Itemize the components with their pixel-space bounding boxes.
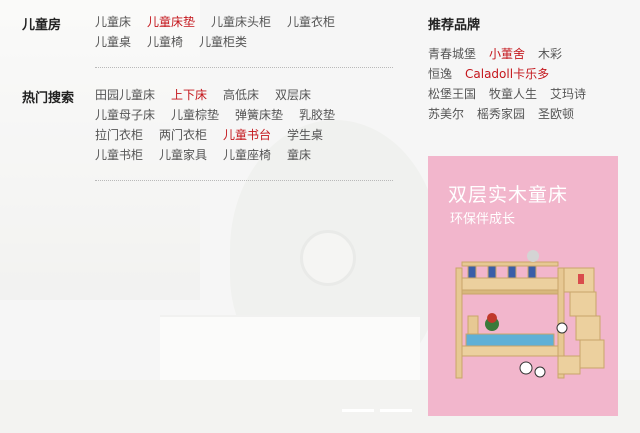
link-row: 青春城堡 小董舍 木彩 <box>428 46 628 66</box>
link-row: 儿童书柜 儿童家具 儿童座椅 童床 <box>95 147 395 167</box>
divider <box>95 180 393 181</box>
link-row: 儿童桌 儿童椅 儿童柜类 <box>95 34 395 54</box>
brands-links: 青春城堡 小董舍 木彩 恒逸 Caladoll卡乐多 松堡王国 牧童人生 艾玛诗 苏美尔 榣秀家园… <box>428 46 628 126</box>
hot-search-section: 热门搜索 田园儿童床 上下床 高低床 双层床 儿童母子床 儿童棕垫 弹簧床垫 乳胶垫 拉门衣柜两… <box>22 87 394 177</box>
category-link[interactable]: 木彩 <box>538 46 562 62</box>
carousel-dash <box>342 409 374 412</box>
category-link[interactable]: 儿童家具 <box>159 147 207 163</box>
category-link[interactable]: 儿童床垫 <box>147 14 195 30</box>
category-link[interactable]: 双层床 <box>275 87 311 103</box>
category-link[interactable]: 两门衣柜 <box>159 127 207 143</box>
category-link[interactable]: 童床 <box>287 147 311 163</box>
category-link[interactable]: 儿童书柜 <box>95 147 143 163</box>
category-link[interactable]: 儿童椅 <box>147 34 183 50</box>
category-link[interactable]: 儿童柜类 <box>199 34 247 50</box>
hot-search-heading: 热门搜索 <box>22 91 75 106</box>
category-link[interactable]: 学生桌 <box>287 127 323 143</box>
divider <box>95 67 393 68</box>
kids-room-links: 儿童床 儿童床垫 儿童床头柜 儿童衣柜 儿童桌 儿童椅 儿童柜类 <box>95 14 395 54</box>
category-link[interactable]: 松堡王国 <box>428 86 476 102</box>
category-link[interactable]: 上下床 <box>171 87 207 103</box>
link-row: 恒逸 Caladoll卡乐多 <box>428 66 628 86</box>
category-link[interactable]: 田园儿童床 <box>95 87 155 103</box>
link-row: 儿童床 儿童床垫 儿童床头柜 儿童衣柜 <box>95 14 395 34</box>
category-link[interactable]: Caladoll卡乐多 <box>465 66 549 82</box>
link-row: 松堡王国 牧童人生 艾玛诗 <box>428 86 628 106</box>
category-link[interactable]: 榣秀家园 <box>477 106 525 122</box>
link-row: 苏美尔 榣秀家园 圣欧顿 <box>428 106 628 126</box>
category-link[interactable]: 儿童母子床 <box>95 107 155 123</box>
carousel-dash <box>380 409 412 412</box>
category-link[interactable]: 艾玛诗 <box>550 86 586 102</box>
category-link[interactable]: 儿童床头柜 <box>211 14 271 30</box>
category-link[interactable]: 圣欧顿 <box>538 106 574 122</box>
promo-banner[interactable]: 双层实木童床 环保伴成长 <box>428 156 618 416</box>
category-link[interactable]: 恒逸 <box>428 66 452 82</box>
category-link[interactable]: 儿童桌 <box>95 34 131 50</box>
category-link[interactable]: 乳胶垫 <box>299 107 335 123</box>
brands-heading: 推荐品牌 <box>428 18 481 33</box>
category-link[interactable]: 小董舍 <box>489 46 525 62</box>
link-row: 拉门衣柜 两门衣柜 儿童书台 学生桌 <box>95 127 395 147</box>
category-link[interactable]: 青春城堡 <box>428 46 476 62</box>
category-link[interactable]: 高低床 <box>223 87 259 103</box>
kids-room-heading: 儿童房 <box>22 18 62 33</box>
category-link[interactable]: 儿童床 <box>95 14 131 30</box>
category-link[interactable]: 拉门衣柜 <box>95 127 143 143</box>
category-link[interactable]: 儿童书台 <box>223 127 271 143</box>
link-row: 儿童母子床 儿童棕垫 弹簧床垫 乳胶垫 <box>95 107 395 127</box>
category-link[interactable]: 弹簧床垫 <box>235 107 283 123</box>
category-link[interactable]: 牧童人生 <box>489 86 537 102</box>
kids-room-section: 儿童房 儿童床 儿童床垫 儿童床头柜 儿童衣柜 儿童桌 儿童椅 儿童柜类 <box>22 14 394 74</box>
category-link[interactable]: 儿童座椅 <box>223 147 271 163</box>
category-link[interactable]: 儿童棕垫 <box>171 107 219 123</box>
hot-search-links: 田园儿童床 上下床 高低床 双层床 儿童母子床 儿童棕垫 弹簧床垫 乳胶垫 拉门衣柜 两门衣柜 儿童… <box>95 87 395 167</box>
bunk-bed-image <box>455 250 605 379</box>
link-row: 田园儿童床 上下床 高低床 双层床 <box>95 87 395 107</box>
category-link[interactable]: 苏美尔 <box>428 106 464 122</box>
category-link[interactable]: 儿童衣柜 <box>287 14 335 30</box>
